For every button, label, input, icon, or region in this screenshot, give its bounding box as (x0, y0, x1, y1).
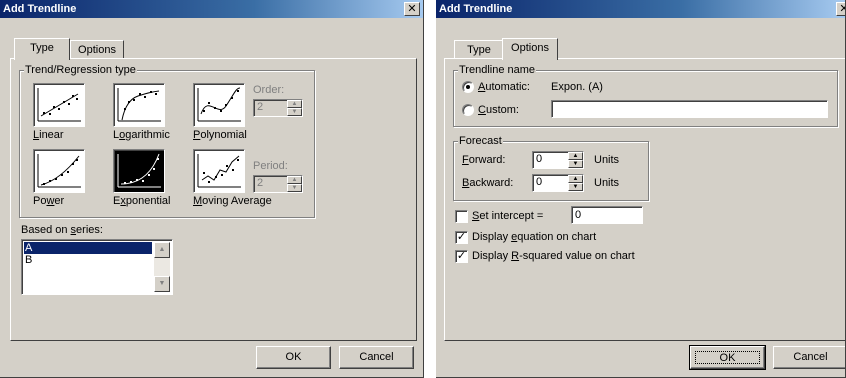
trend-label-logarithmic: Logarithmic (113, 129, 170, 141)
group-title: Trendline name (458, 63, 537, 77)
cancel-button[interactable]: Cancel (339, 346, 414, 369)
forward-value: 0 (536, 153, 543, 165)
close-button[interactable]: ✕ (404, 2, 420, 16)
custom-radio[interactable] (462, 104, 474, 116)
scroll-down-icon[interactable]: ▼ (154, 276, 170, 292)
ok-button[interactable]: OK (256, 346, 331, 369)
backward-stepper[interactable]: 0 ▲ ▼ (532, 174, 584, 192)
automatic-radio[interactable] (462, 81, 474, 93)
backward-up-icon[interactable]: ▲ (568, 175, 583, 183)
automatic-name-value: Expon. (A) (551, 81, 603, 93)
scroll-up-icon[interactable]: ▲ (154, 242, 170, 258)
tab-panel-options: Trendline name Automatic: Expon. (A) Cus… (444, 58, 845, 341)
order-label: Order: (253, 84, 285, 96)
custom-label: Custom: (478, 104, 519, 116)
trend-label-exponential: Exponential (113, 195, 171, 207)
series-listbox[interactable]: A B ▲ ▼ (21, 239, 173, 295)
title-bar: Add Trendline (0, 0, 423, 18)
tab-type[interactable]: Type (454, 40, 504, 60)
moving-average-trend-icon[interactable] (193, 149, 245, 193)
backward-down-icon[interactable]: ▼ (568, 183, 583, 191)
linear-trend-icon[interactable] (33, 83, 85, 127)
list-item[interactable]: B (24, 254, 152, 266)
period-value: 2 (257, 177, 264, 189)
tab-options[interactable]: Options (70, 40, 124, 60)
close-icon: ✕ (407, 3, 417, 15)
intercept-input[interactable]: 0 (571, 206, 643, 224)
display-equation-checkbox[interactable]: ✓ (455, 231, 468, 244)
order-stepper: 2 ▲ ▼ (253, 99, 303, 117)
checkmark-icon: ✓ (456, 250, 467, 262)
backward-units-label: Units (594, 177, 620, 189)
logarithmic-trend-icon[interactable] (113, 83, 165, 127)
ok-button-label: OK (695, 351, 760, 364)
tab-panel-type: Trend/Regression type Linear Logarithmic… (10, 58, 417, 341)
display-rsquared-checkbox[interactable]: ✓ (455, 250, 468, 263)
backward-value: 0 (536, 176, 543, 188)
list-item[interactable]: A (24, 242, 152, 254)
period-up-icon: ▲ (287, 176, 302, 184)
exponential-trend-icon[interactable] (113, 149, 165, 193)
polynomial-trend-icon[interactable] (193, 83, 245, 127)
display-rsquared-label: Display R-squared value on chart (472, 250, 635, 262)
order-down-icon: ▼ (287, 108, 302, 116)
close-button[interactable]: ✕ (836, 2, 845, 16)
forward-up-icon[interactable]: ▲ (568, 152, 583, 160)
tab-type[interactable]: Type (14, 38, 70, 60)
period-stepper: 2 ▲ ▼ (253, 175, 303, 193)
set-intercept-label: Set intercept = (472, 210, 544, 222)
trend-regression-group: Trend/Regression type Linear Logarithmic… (19, 63, 315, 218)
group-title: Trend/Regression type (24, 63, 137, 77)
dialog-title: Add Trendline (3, 3, 77, 15)
order-up-icon: ▲ (287, 100, 302, 108)
dialog-title: Add Trendline (439, 3, 513, 15)
add-trendline-dialog-type: Add Trendline ✕ Type Options Trend/Regre… (0, 0, 424, 378)
tab-options[interactable]: Options (502, 38, 558, 60)
period-down-icon: ▼ (287, 184, 302, 192)
title-bar: Add Trendline (436, 0, 845, 18)
forward-down-icon[interactable]: ▼ (568, 160, 583, 168)
forward-units-label: Units (594, 154, 620, 166)
automatic-label: Automatic: (478, 81, 530, 93)
custom-name-input[interactable] (551, 100, 828, 118)
series-scrollbar[interactable]: ▲ ▼ (154, 242, 170, 292)
based-on-series-label: Based on series: (21, 224, 103, 236)
forward-label: Forward: (462, 154, 506, 166)
trend-label-linear: Linear (33, 129, 64, 141)
cancel-button[interactable]: Cancel (773, 346, 845, 369)
forecast-group: Forecast Forward: 0 ▲ ▼ Units Backward: … (453, 134, 649, 201)
set-intercept-checkbox[interactable] (455, 210, 468, 223)
order-value: 2 (257, 101, 264, 113)
group-title: Forecast (458, 134, 503, 148)
period-label: Period: (253, 160, 288, 172)
trend-label-power: Power (33, 195, 65, 207)
display-equation-label: Display equation on chart (472, 231, 597, 243)
power-trend-icon[interactable] (33, 149, 85, 193)
close-icon: ✕ (839, 3, 845, 15)
backward-label: Backward: (462, 177, 514, 189)
trend-label-polynomial: Polynomial (193, 129, 247, 141)
ok-button[interactable]: OK (689, 345, 766, 370)
trend-label-moving-average: Moving Average (193, 195, 272, 207)
trendline-name-group: Trendline name Automatic: Expon. (A) Cus… (453, 63, 838, 127)
add-trendline-dialog-options: Add Trendline ✕ Type Options Trendline n… (436, 0, 846, 378)
forward-stepper[interactable]: 0 ▲ ▼ (532, 151, 584, 169)
checkmark-icon: ✓ (456, 231, 467, 243)
